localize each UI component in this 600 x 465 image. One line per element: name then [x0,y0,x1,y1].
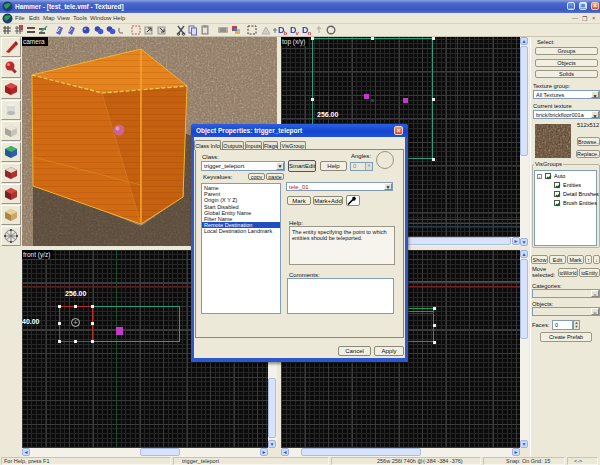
svg-text:n: n [308,30,312,36]
svg-text:v: v [296,30,300,36]
svg-text:b: b [284,30,288,36]
